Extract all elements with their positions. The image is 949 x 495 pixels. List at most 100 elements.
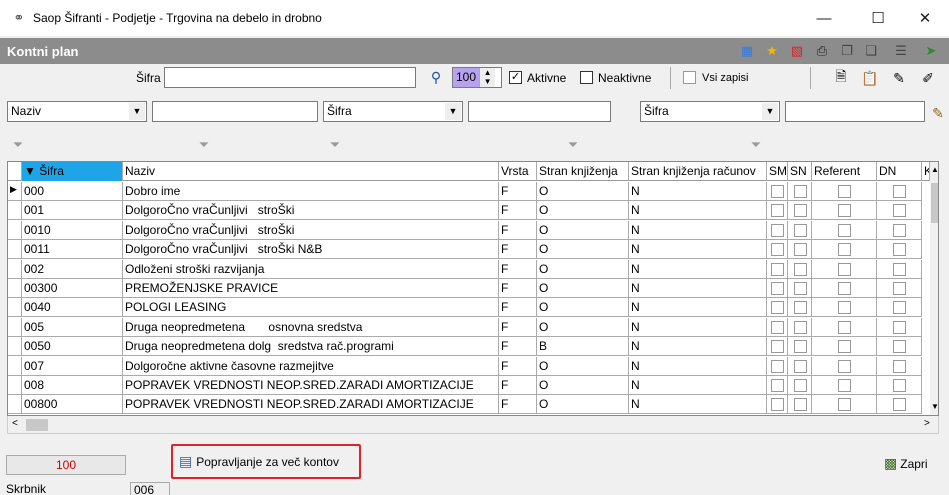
cell-sifra[interactable]: 0050 (22, 337, 123, 357)
cell-stran[interactable]: O (537, 376, 629, 395)
cell-vrsta[interactable]: F (499, 220, 537, 240)
dn-checkbox[interactable] (893, 262, 906, 276)
sn-checkbox[interactable] (794, 223, 807, 237)
referent-checkbox[interactable] (838, 243, 851, 257)
cell-stran[interactable]: O (537, 279, 629, 298)
cell-stran[interactable]: O (537, 259, 629, 279)
sm-checkbox[interactable] (771, 262, 784, 276)
cell-sifra[interactable]: 0011 (22, 240, 123, 260)
cell-naziv[interactable]: Dolgoročne aktivne časovne razmejitve (123, 356, 499, 376)
export-icon[interactable]: ➤ (922, 42, 940, 60)
cell-sifra[interactable]: 005 (22, 317, 123, 337)
filter-value-input-3[interactable] (785, 101, 925, 122)
referent-checkbox[interactable] (838, 301, 851, 315)
cell-sifra[interactable]: 008 (22, 376, 123, 395)
tree-icon[interactable]: ▦ (738, 42, 756, 60)
dn-checkbox[interactable] (893, 185, 906, 198)
cell-naziv[interactable]: DolgoroČno vraČunljivi stroŠki N&B (123, 240, 499, 260)
column-header-dn[interactable]: DN (877, 162, 922, 181)
cell-naziv[interactable]: PREMOŽENJSKE PRAVICE (123, 279, 499, 298)
dn-checkbox[interactable] (893, 398, 906, 412)
cell-sifra[interactable]: 001 (22, 201, 123, 221)
edit-multi-icon[interactable]: ✐ (918, 68, 938, 88)
search-icon[interactable]: ⚲ (426, 67, 446, 87)
referent-checkbox[interactable] (838, 320, 851, 334)
cell-stran[interactable]: O (537, 298, 629, 318)
import-icon[interactable]: 📋 (860, 68, 880, 88)
cell-naziv[interactable]: POPRAVEK VREDNOSTI NEOP.SRED.ZARADI AMOR… (123, 395, 499, 415)
copy-icon[interactable]: ❐ (838, 42, 856, 60)
cell-vrsta[interactable]: F (499, 259, 537, 279)
sn-checkbox[interactable] (794, 379, 807, 392)
cell-naziv[interactable]: DolgoroČno vraČunljivi stroŠki (123, 220, 499, 240)
chevron-down-icon[interactable]: ▼ (762, 103, 778, 120)
delete-icon[interactable]: ▧ (788, 42, 806, 60)
dn-checkbox[interactable] (893, 379, 906, 392)
clear-filter-icon[interactable]: ✎ (928, 103, 948, 123)
table-row[interactable]: 001 DolgoroČno vraČunljivi stroŠki F O N (8, 201, 930, 221)
cell-stran_rac[interactable]: N (629, 337, 767, 357)
table-row[interactable]: 00300 PREMOŽENJSKE PRAVICE F O N (8, 279, 930, 298)
chevron-down-icon[interactable]: ▼ (445, 103, 461, 120)
sn-checkbox[interactable] (794, 340, 807, 354)
print-icon[interactable]: ⎙ (813, 42, 831, 60)
edit-icon[interactable]: ✎ (889, 68, 909, 88)
cell-naziv[interactable]: Dobro ime (123, 182, 499, 201)
funnel-icon[interactable]: ⏷ (327, 137, 343, 153)
vertical-scrollbar[interactable]: ▲ ▼ (930, 162, 938, 415)
sn-checkbox[interactable] (794, 282, 807, 295)
funnel-icon[interactable]: ⏷ (10, 137, 26, 153)
cell-vrsta[interactable]: F (499, 279, 537, 298)
vsi-zapisi-checkbox[interactable] (683, 71, 696, 84)
cell-sifra[interactable]: 000 (22, 182, 123, 201)
referent-checkbox[interactable] (838, 262, 851, 276)
cell-naziv[interactable]: Druga neopredmetena osnovna sredstva (123, 317, 499, 337)
column-header-vrsta[interactable]: Vrsta (499, 162, 537, 181)
scroll-thumb[interactable] (931, 183, 938, 223)
paste-icon[interactable]: ❏ (862, 42, 880, 60)
filter-field-combo-1[interactable]: Naziv ▼ (7, 101, 147, 122)
column-header-stran[interactable]: Stran knjiženja (537, 162, 629, 181)
accounts-grid[interactable]: ▼ Šifra Naziv Vrsta Stran knjiženja Stra… (7, 161, 939, 416)
sm-checkbox[interactable] (771, 282, 784, 295)
maximize-button[interactable]: ☐ (855, 0, 901, 36)
cell-stran_rac[interactable]: N (629, 182, 767, 201)
neaktivne-checkbox[interactable] (580, 71, 593, 84)
filter-field-combo-2[interactable]: Šifra ▼ (323, 101, 463, 122)
referent-checkbox[interactable] (838, 185, 851, 198)
sifra-search-input[interactable] (164, 67, 416, 88)
sm-checkbox[interactable] (771, 223, 784, 237)
table-row[interactable]: 007 Dolgoročne aktivne časovne razmejitve… (8, 356, 930, 376)
referent-checkbox[interactable] (838, 340, 851, 354)
cell-stran[interactable]: O (537, 356, 629, 376)
cell-stran_rac[interactable]: N (629, 201, 767, 221)
cell-stran_rac[interactable]: N (629, 220, 767, 240)
column-header-sm[interactable]: SM (767, 162, 788, 181)
chevron-down-icon[interactable]: ▼ (129, 103, 145, 120)
dn-checkbox[interactable] (893, 282, 906, 295)
cell-vrsta[interactable]: F (499, 240, 537, 260)
cell-vrsta[interactable]: F (499, 376, 537, 395)
sn-checkbox[interactable] (794, 243, 807, 257)
star-icon[interactable]: ★ (763, 42, 781, 60)
table-row[interactable]: ▶ 000 Dobro ime F O N (8, 182, 930, 201)
cell-stran_rac[interactable]: N (629, 395, 767, 415)
dn-checkbox[interactable] (893, 243, 906, 257)
column-header-sn[interactable]: SN (788, 162, 812, 181)
column-header-k[interactable]: K (922, 162, 930, 181)
horizontal-scrollbar[interactable]: < > (7, 416, 939, 434)
scroll-right-icon[interactable]: > (924, 418, 930, 429)
multi-edit-button[interactable]: ▤ Popravljanje za več kontov (171, 444, 361, 479)
dn-checkbox[interactable] (893, 340, 906, 354)
table-row[interactable]: 0010 DolgoroČno vraČunljivi stroŠki F O N (8, 220, 930, 240)
cell-stran_rac[interactable]: N (629, 376, 767, 395)
cell-sifra[interactable]: 0010 (22, 220, 123, 240)
table-row[interactable]: 0040 POLOGI LEASING F O N (8, 298, 930, 318)
sn-checkbox[interactable] (794, 301, 807, 315)
sm-checkbox[interactable] (771, 243, 784, 257)
sm-checkbox[interactable] (771, 398, 784, 412)
dn-checkbox[interactable] (893, 301, 906, 315)
cell-vrsta[interactable]: F (499, 317, 537, 337)
column-header-stran-racunov[interactable]: Stran knjiženja računov (629, 162, 767, 181)
referent-checkbox[interactable] (838, 359, 851, 373)
